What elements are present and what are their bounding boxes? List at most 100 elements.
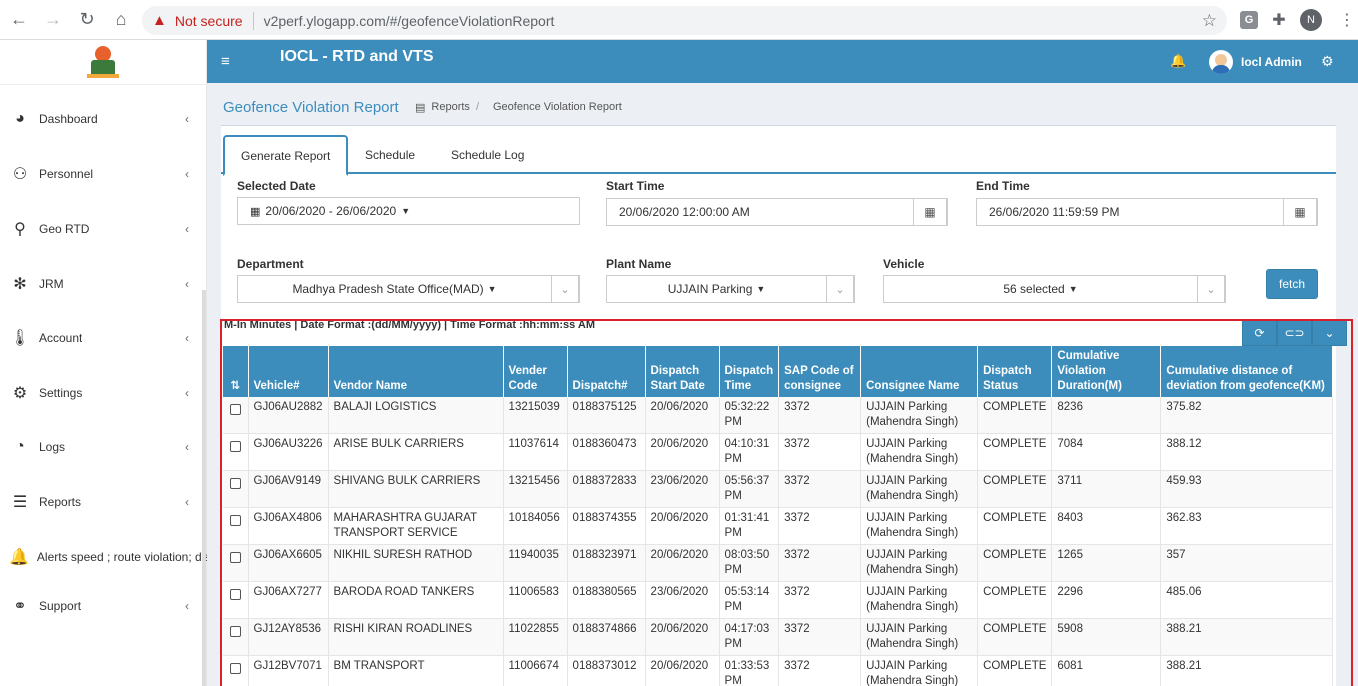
table-cell: 11940035: [503, 544, 568, 582]
refresh-icon[interactable]: ⟳: [1242, 321, 1277, 346]
column-header[interactable]: Consignee Name: [860, 346, 979, 397]
table-cell: 13215039: [503, 397, 568, 434]
table-row[interactable]: GJ06AX7277 BARODA ROAD TANKERS 11006583 018…: [223, 581, 1334, 619]
sidebar-item-jrm[interactable]: ✻ JRM ‹: [0, 269, 207, 299]
chevron-left-icon: ‹: [185, 222, 189, 236]
row-checkbox[interactable]: [229, 589, 241, 600]
profile-avatar[interactable]: N: [1300, 9, 1322, 31]
sidebar-item-account[interactable]: 🌡 Account ‹: [0, 323, 207, 353]
table-cell: 08:03:50 PM: [719, 544, 780, 582]
department-select[interactable]: Madhya Pradesh State Office(MAD) ▼ ⌄: [237, 275, 580, 303]
sidebar-item-personnel[interactable]: ⚇ Personnel ‹: [0, 159, 207, 189]
table-row[interactable]: GJ12BV7071 BM TRANSPORT 11006674 0188373012…: [223, 655, 1334, 686]
tab-schedule[interactable]: Schedule: [349, 136, 431, 174]
end-time-input[interactable]: 26/06/2020 11:59:59 PM ▦: [976, 198, 1318, 226]
sidebar-scrollbar[interactable]: [202, 290, 206, 686]
column-header[interactable]: SAP Code of consignee: [778, 346, 862, 397]
column-header[interactable]: Vehicle#: [248, 346, 329, 397]
app-title: IOCL - RTD and VTS: [280, 48, 434, 65]
sidebar-item-logs[interactable]: ◔ Logs ‹: [0, 432, 207, 462]
sidebar-item-label: Alerts speed ; route violation; distance: [36, 550, 207, 564]
vehicle-multiselect[interactable]: 56 selected ▼ ⌄: [883, 275, 1226, 303]
puzzle-icon[interactable]: ✚: [1270, 11, 1288, 29]
table-cell: 20/06/2020: [645, 507, 720, 545]
table-row[interactable]: GJ06AU3226 ARISE BULK CARRIERS 11037614 018…: [223, 433, 1334, 471]
sidebar-item-settings[interactable]: ⚙ Settings ‹: [0, 378, 207, 408]
sidebar-item-dashboard[interactable]: ◕ Dashboard ‹: [0, 104, 207, 134]
table-cell: 2296: [1051, 581, 1162, 619]
column-header[interactable]: Dispatch Time: [719, 346, 780, 397]
toggle-icon[interactable]: ⊂⊃: [1277, 321, 1312, 346]
date-range-picker[interactable]: ▦ 20/06/2020 - 26/06/2020 ▼: [237, 197, 580, 225]
sidebar-item-reports[interactable]: ☰ Reports ‹: [0, 487, 207, 517]
table-cell: 362.83: [1160, 507, 1334, 545]
column-header[interactable]: Vender Code: [503, 346, 568, 397]
home-icon[interactable]: ⌂: [106, 5, 136, 35]
row-checkbox[interactable]: [229, 626, 241, 637]
kebab-menu-icon[interactable]: ⋮: [1338, 11, 1356, 29]
table-row[interactable]: GJ06AX6605 NIKHIL SURESH RATHOD 11940035 01…: [223, 544, 1334, 582]
table-cell: 375.82: [1160, 397, 1334, 434]
breadcrumb-reports[interactable]: Reports: [431, 101, 470, 114]
row-checkbox[interactable]: [229, 441, 241, 452]
chevron-down-icon[interactable]: ⌄: [551, 275, 579, 303]
sidebar-item-geo-rtd[interactable]: ⚲ Geo RTD ‹: [0, 214, 207, 244]
table-row[interactable]: GJ06AU2882 BALAJI LOGISTICS 13215039 018837…: [223, 397, 1334, 434]
row-checkbox[interactable]: [229, 404, 241, 415]
breadcrumb-current: Geofence Violation Report: [493, 101, 622, 113]
sidebar-item-support[interactable]: ⚭ Support ‹: [0, 591, 207, 621]
column-header[interactable]: Dispatch Start Date: [645, 346, 720, 397]
sidebar-item-alerts[interactable]: 🔔 Alerts speed ; route violation; distan…: [0, 542, 207, 572]
chevron-down-icon[interactable]: ⌄: [1312, 321, 1347, 346]
logo[interactable]: [87, 44, 119, 80]
table-row[interactable]: GJ06AX4806 MAHARASHTRA GUJARAT TRANSPORT …: [223, 507, 1334, 545]
column-header[interactable]: Dispatch#: [567, 346, 646, 397]
row-checkbox[interactable]: [229, 515, 241, 526]
table-cell: COMPLETE: [977, 581, 1053, 619]
table-cell: 3711: [1051, 470, 1162, 508]
back-icon[interactable]: ←: [4, 5, 34, 35]
column-header[interactable]: Cumulative distance of deviation from ge…: [1160, 346, 1334, 397]
sidebar-item-label: Reports: [39, 495, 82, 509]
cogs-icon[interactable]: ⚙: [1321, 53, 1334, 70]
chevron-left-icon: ‹: [185, 112, 189, 126]
reload-icon[interactable]: ↻: [72, 5, 102, 35]
chevron-down-icon[interactable]: ⌄: [826, 275, 854, 303]
table-cell: 0188380565: [567, 581, 646, 619]
row-checkbox[interactable]: [229, 663, 241, 674]
fetch-button[interactable]: fetch: [1266, 269, 1318, 299]
user-avatar[interactable]: [1209, 50, 1233, 74]
notification-bell-icon[interactable]: 🔔: [1170, 53, 1186, 69]
forward-icon[interactable]: →: [38, 5, 68, 35]
tab-schedule-log[interactable]: Schedule Log: [435, 136, 540, 174]
column-header[interactable]: Vendor Name: [328, 346, 504, 397]
table-cell: COMPLETE: [977, 397, 1053, 434]
start-time-input[interactable]: 20/06/2020 12:00:00 AM ▦: [606, 198, 948, 226]
table-cell: COMPLETE: [977, 507, 1053, 545]
table-row[interactable]: GJ12AY8536 RISHI KIRAN ROADLINES 11022855 0…: [223, 618, 1334, 656]
plant-name-select[interactable]: UJJAIN Parking ▼ ⌄: [606, 275, 855, 303]
user-name[interactable]: Iocl Admin: [1241, 55, 1302, 69]
table-cell: 20/06/2020: [645, 618, 720, 656]
tab-generate-report[interactable]: Generate Report: [223, 135, 349, 176]
table-cell: GJ12BV7071: [248, 655, 329, 686]
table-cell: 13215456: [503, 470, 568, 508]
table-row[interactable]: GJ06AV9149 SHIVANG BULK CARRIERS 13215456 0…: [223, 470, 1334, 508]
extension-g-icon[interactable]: G: [1240, 11, 1258, 29]
start-time-value: 20/06/2020 12:00:00 AM: [619, 205, 750, 219]
star-icon[interactable]: ☆: [1202, 11, 1217, 31]
pie-chart-icon: ◕: [15, 110, 25, 127]
hamburger-icon[interactable]: ≡: [221, 53, 230, 70]
table-header-row: ⇅ Vehicle# Vendor Name Vender Code Dispa…: [223, 346, 1334, 397]
calendar-icon[interactable]: ▦: [1283, 198, 1317, 226]
table-cell: 3372: [778, 433, 862, 471]
row-checkbox[interactable]: [229, 552, 241, 563]
column-header[interactable]: Cumulative Violation Duration(M): [1051, 346, 1162, 397]
sort-icon[interactable]: ⇅: [223, 346, 249, 397]
address-bar[interactable]: ▲ Not secure v2perf.ylogapp.com/#/geofen…: [142, 6, 1227, 35]
calendar-icon[interactable]: ▦: [913, 198, 947, 226]
column-header[interactable]: Dispatch Status: [977, 346, 1053, 397]
report-panel: Generate Report Schedule Schedule Log Se…: [220, 125, 1353, 686]
row-checkbox[interactable]: [229, 478, 241, 489]
chevron-down-icon[interactable]: ⌄: [1197, 275, 1225, 303]
